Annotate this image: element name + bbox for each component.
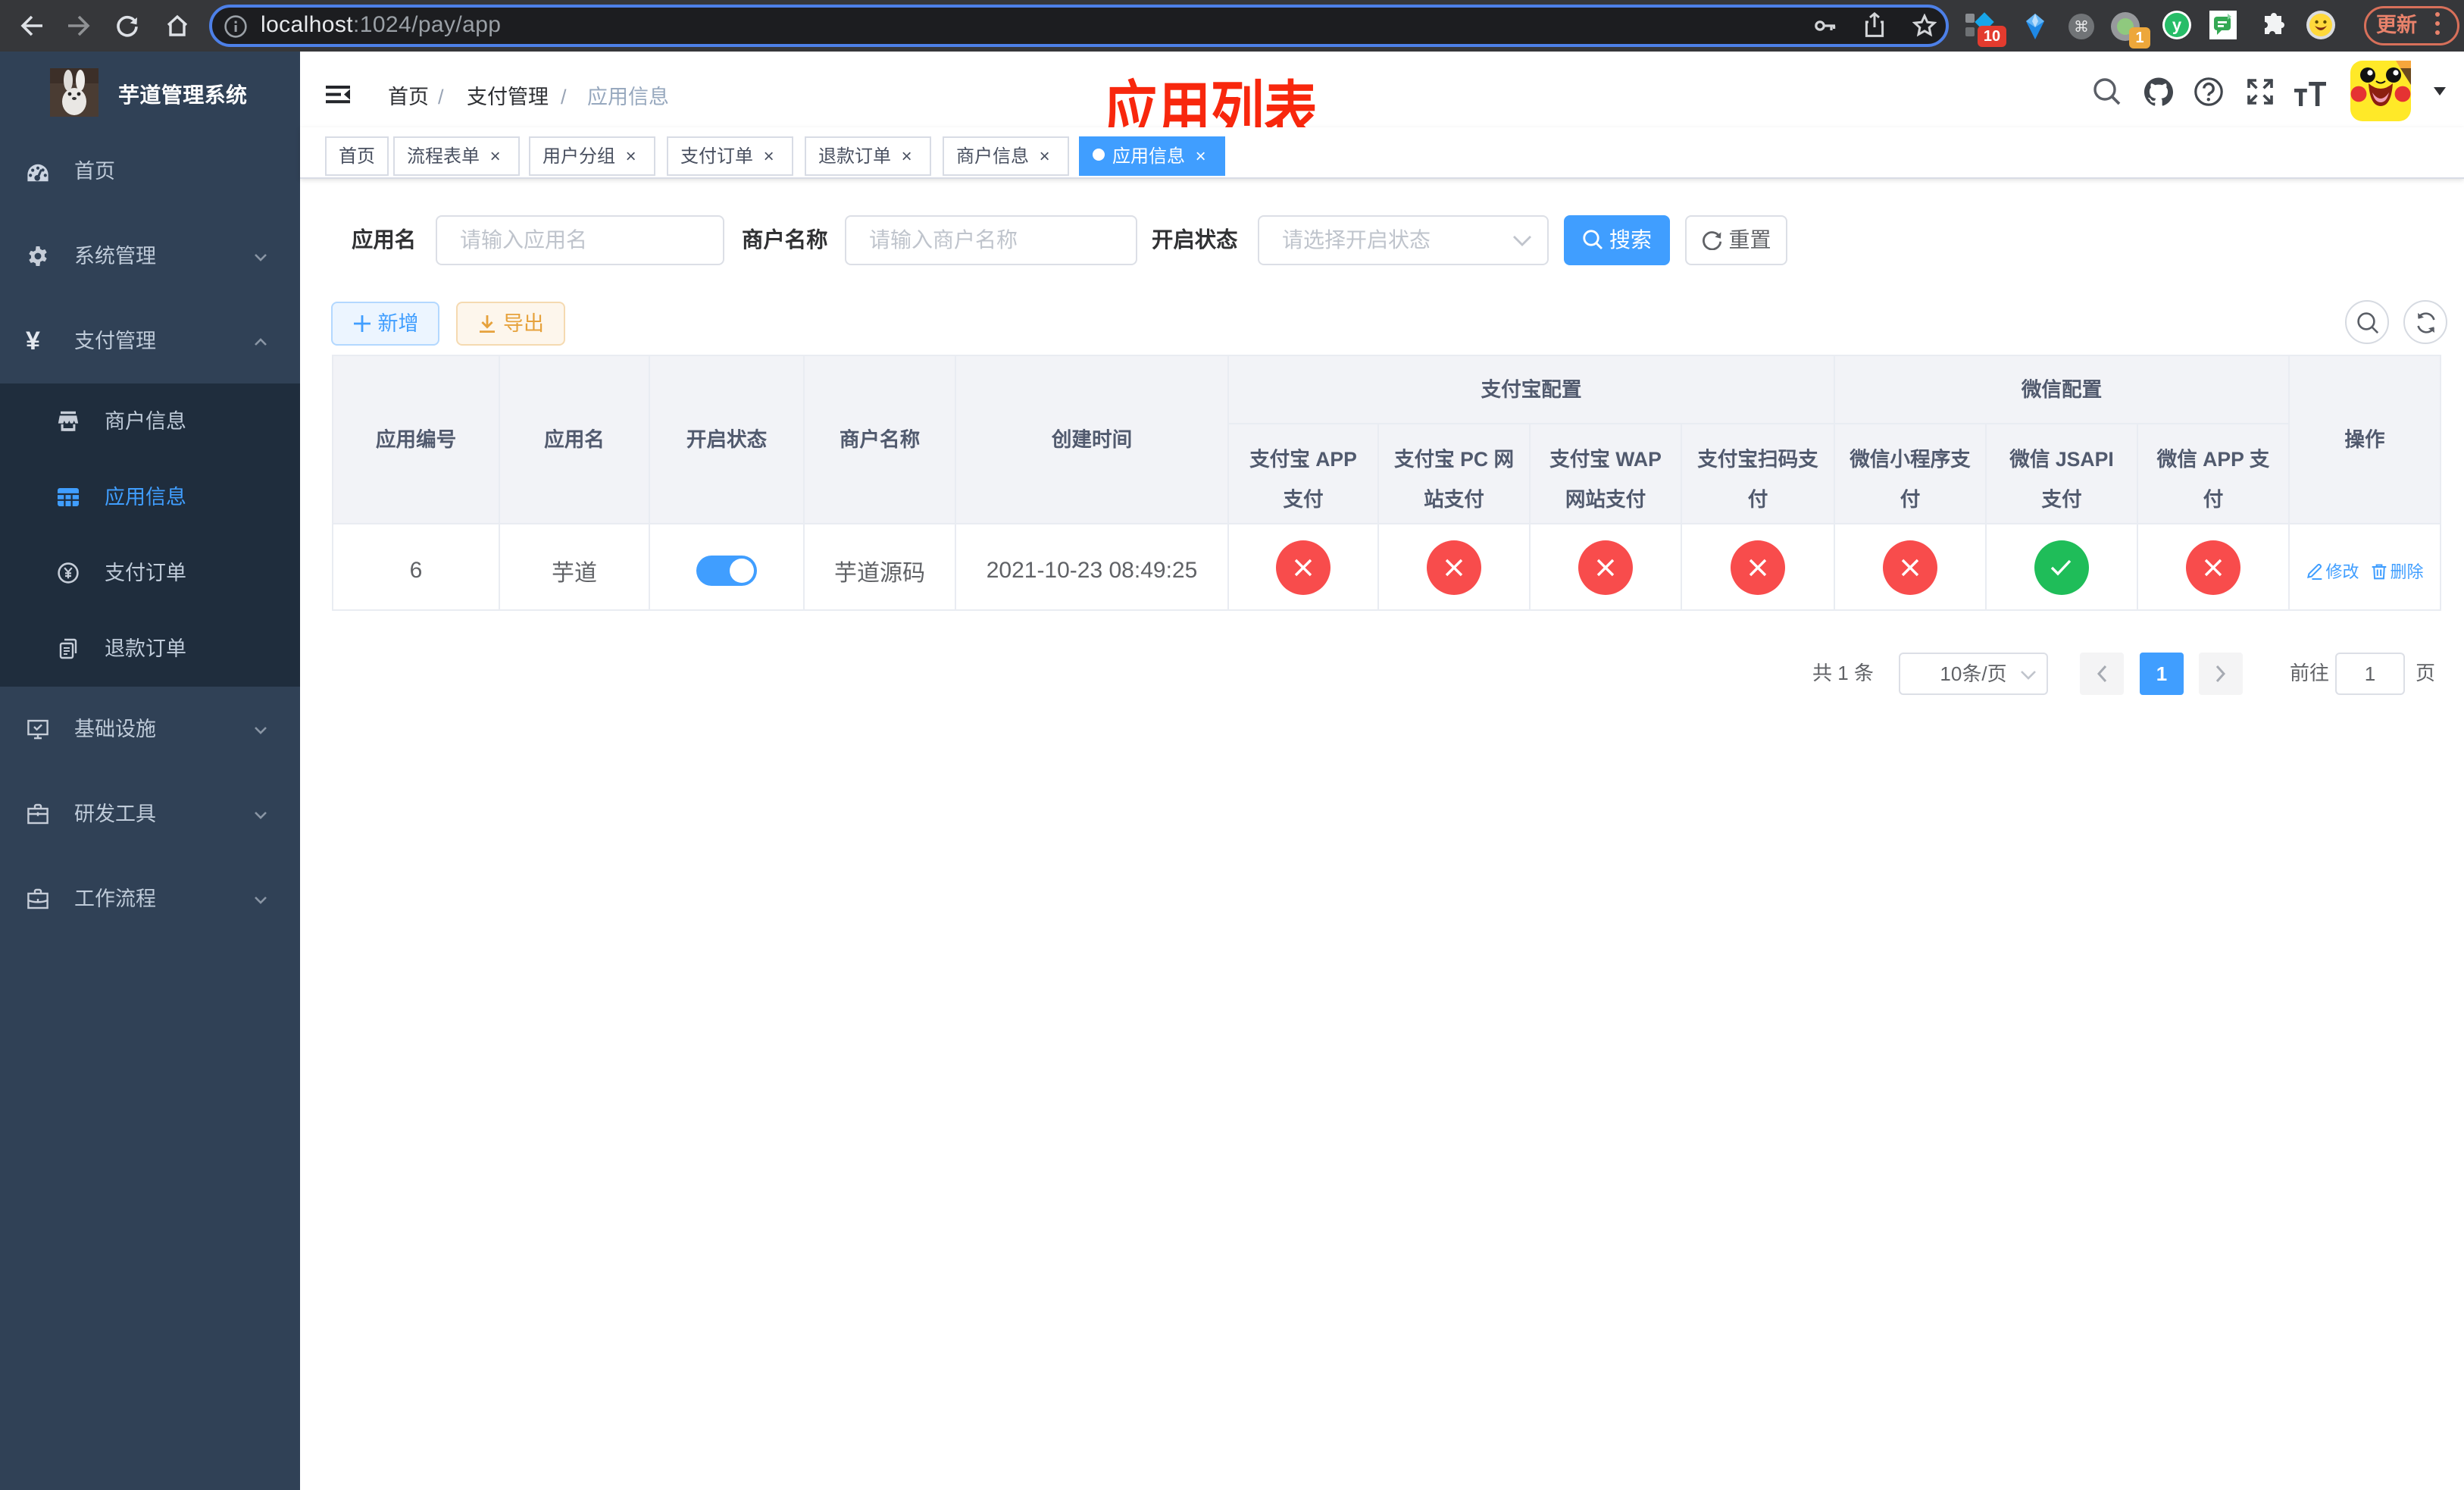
svg-text:⌘: ⌘ bbox=[2074, 19, 2089, 36]
svg-text:y: y bbox=[2172, 15, 2182, 34]
